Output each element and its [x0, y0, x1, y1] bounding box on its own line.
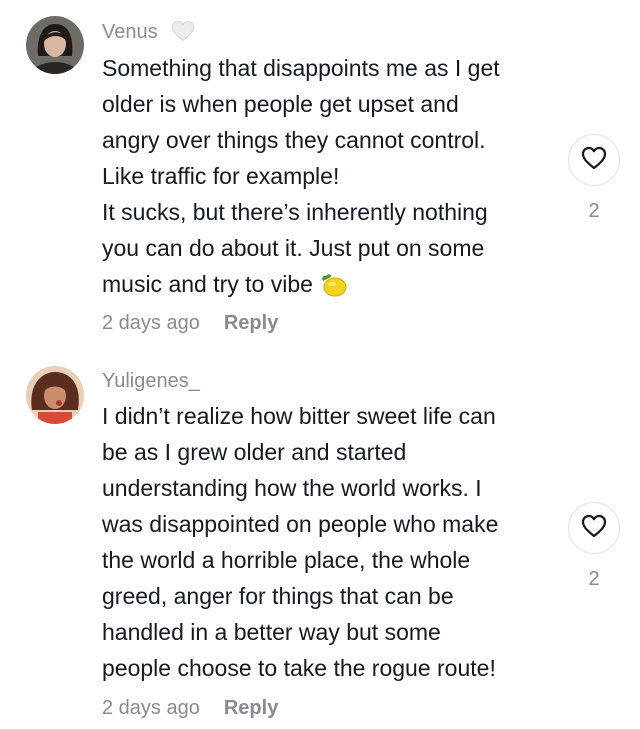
comment-text-line: angry over things they cannot control. — [102, 127, 486, 153]
username-text: Venus — [102, 21, 158, 43]
comment-timestamp: 2 days ago — [102, 312, 200, 334]
reply-button[interactable]: Reply — [224, 697, 278, 719]
comment-text-line: greed, anger for things that can be — [102, 583, 454, 609]
avatar[interactable] — [26, 16, 84, 74]
comment-meta: 2 days ago Reply — [102, 312, 278, 335]
white-heart-icon — [171, 20, 195, 48]
comment-text-line-last: music and try to vibe — [102, 266, 562, 308]
lemon-icon — [319, 272, 347, 308]
comment-text-line: It sucks, but there’s inherently nothing — [102, 199, 488, 225]
comment-meta: 2 days ago Reply — [102, 697, 278, 720]
like-control: 2 — [567, 502, 621, 591]
comment-username[interactable]: Yuligenes_ — [102, 370, 200, 393]
heart-outline-icon — [581, 146, 607, 175]
comment-text-line: you can do about it. Just put on some — [102, 235, 485, 261]
comment-text-line: Something that disappoints me as I get — [102, 55, 500, 81]
username-text: Yuligenes_ — [102, 370, 200, 392]
comment-text-line: be as I grew older and started — [102, 439, 407, 465]
like-control: 2 — [567, 134, 621, 223]
comment-text-line: people choose to take the rogue route! — [102, 655, 496, 681]
like-count: 2 — [588, 568, 600, 590]
heart-outline-icon — [581, 514, 607, 543]
comment-text-line: music and try to vibe — [102, 271, 313, 297]
like-count: 2 — [588, 200, 600, 222]
avatar[interactable] — [26, 366, 84, 424]
comment-timestamp: 2 days ago — [102, 697, 200, 719]
comment-username[interactable]: Venus — [102, 20, 195, 48]
comment-text-line: Like traffic for example! — [102, 163, 340, 189]
like-button[interactable] — [568, 134, 620, 186]
comment-text-line: handled in a better way but some — [102, 619, 441, 645]
comment-text-line: understanding how the world works. I — [102, 475, 482, 501]
comment-text-line: older is when people get upset and — [102, 91, 459, 117]
comment-text-line: was disappointed on people who make — [102, 511, 499, 537]
reply-button[interactable]: Reply — [224, 312, 278, 334]
comment-text-line: I didn’t realize how bitter sweet life c… — [102, 403, 496, 429]
comment-text: Something that disappoints me as I get o… — [102, 50, 562, 308]
comment-text-line: the world a horrible place, the whole — [102, 547, 471, 573]
like-button[interactable] — [568, 502, 620, 554]
comment-text: I didn’t realize how bitter sweet life c… — [102, 398, 562, 686]
